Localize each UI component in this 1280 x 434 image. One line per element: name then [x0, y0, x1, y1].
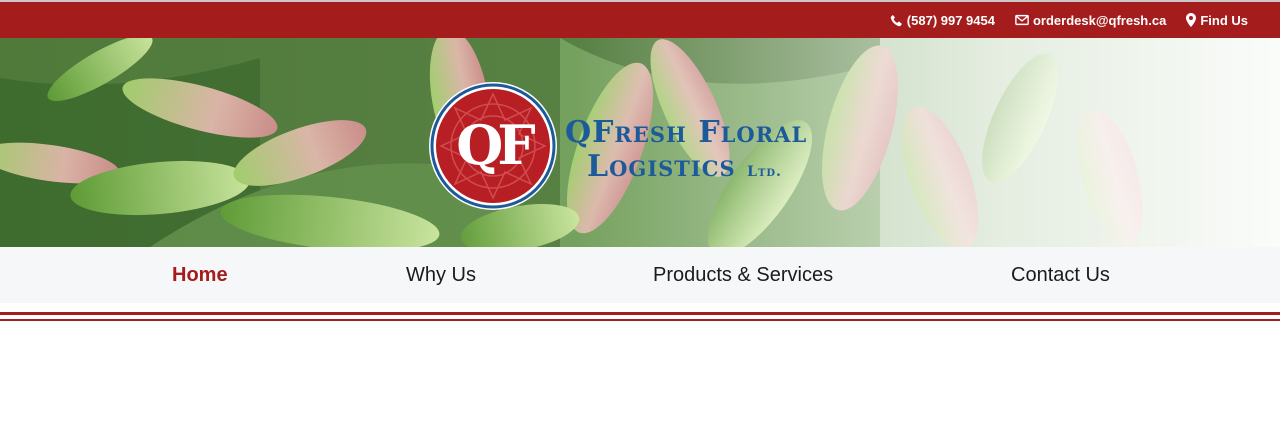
page-content [0, 321, 1280, 434]
logo-monogram: QF [456, 113, 535, 177]
find-us-label: Find Us [1200, 12, 1248, 28]
phone-number: (587) 997 9454 [906, 12, 995, 28]
company-name-line1: QFresh Floral [565, 115, 808, 150]
company-name-line2: Logistics [587, 149, 736, 184]
phone-icon [890, 14, 902, 26]
nav-contact-us[interactable]: Contact Us [1011, 247, 1110, 303]
company-logo[interactable]: QF QFresh Floral Logistics Ltd. [427, 80, 859, 214]
find-us-link[interactable]: Find Us [1186, 13, 1248, 28]
email-address: orderdesk@qfresh.ca [1032, 12, 1167, 28]
top-contact-bar: (587) 997 9454 orderdesk@qfresh.ca Find … [0, 0, 1280, 38]
main-navigation: Home Why Us Products & Services Contact … [0, 247, 1280, 303]
nav-why-us[interactable]: Why Us [406, 247, 476, 303]
header-divider-top [0, 312, 1280, 315]
company-name: QFresh Floral Logistics Ltd. [565, 118, 807, 182]
envelope-icon [1015, 14, 1029, 26]
nav-products-services[interactable]: Products & Services [653, 247, 833, 303]
header-banner: QF QFresh Floral Logistics Ltd. [0, 38, 1280, 247]
company-suffix: Ltd. [747, 164, 782, 180]
qf-seal-icon: QF [429, 82, 557, 210]
email-link[interactable]: orderdesk@qfresh.ca [1015, 13, 1166, 28]
map-marker-icon [1186, 13, 1197, 27]
phone-link[interactable]: (587) 997 9454 [890, 13, 995, 28]
nav-home[interactable]: Home [172, 247, 228, 303]
